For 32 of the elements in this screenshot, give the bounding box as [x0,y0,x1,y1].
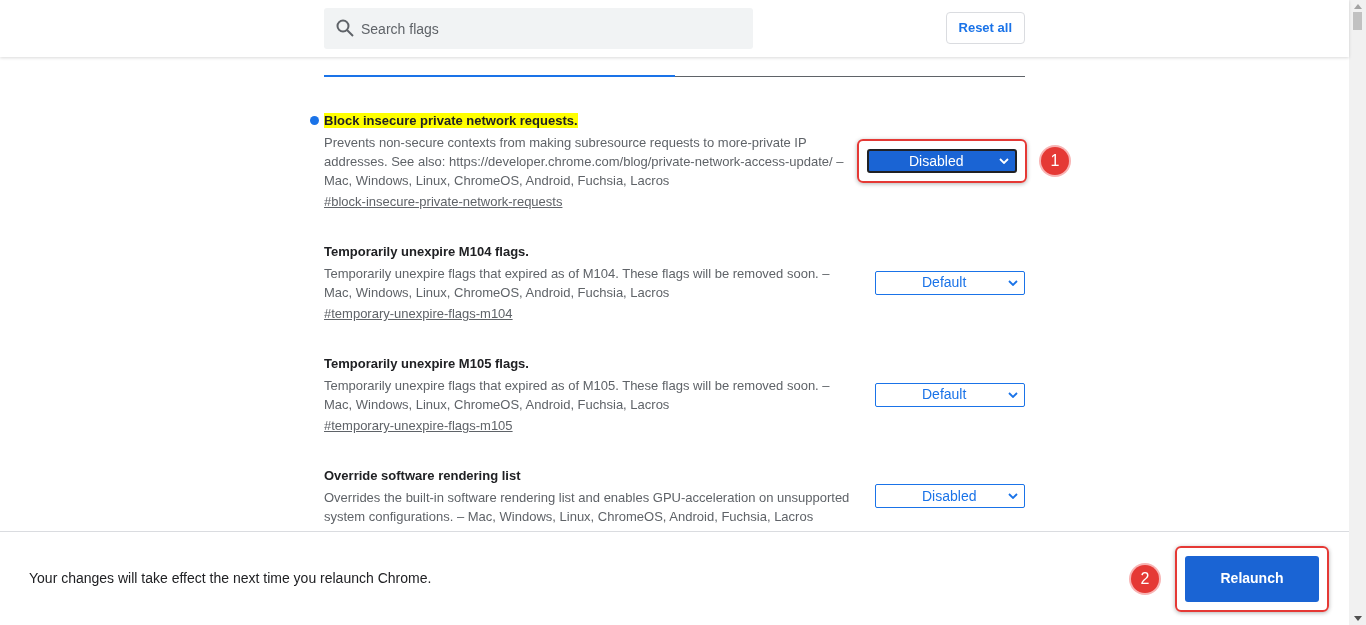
reset-all-button[interactable]: Reset all [945,12,1025,44]
search-icon [336,19,354,37]
flag-select[interactable]: Default [875,270,1025,295]
flag-title: Temporarily unexpire M104 flags. [324,244,529,259]
flag-select[interactable]: Default [875,382,1025,407]
scrollbar-thumb[interactable] [1353,12,1362,30]
tab-indicator[interactable] [674,76,1025,77]
flag-description: Temporarily unexpire flags that expired as of M105. These flags will be removed soon. – Mac, Windows, Linux, ChromeOS, Android, Fuchsia, Lacros [324,377,831,414]
flag-title: Block insecure private network requests. [324,113,578,128]
chevron-down-icon [999,158,1009,164]
flag-link[interactable]: #temporary-unexpire-flags-m104 [324,304,854,323]
flag-title: Override software rendering list [324,468,521,483]
flag-description: Prevents non-secure contexts from making subresource requests to more-private IP addresses. See also: https://developer.chrome.com/blog/private-network-access-update/ – Mac, Windows, Linux, ChromeOS, Android, Fuchsia, Lacros [324,134,845,190]
chevron-down-icon [1008,493,1018,499]
flag-select[interactable]: Disabled [867,149,1017,173]
scrollbar[interactable] [1349,0,1366,625]
flag-description: Temporarily unexpire flags that expired as of M104. These flags will be removed soon. – Mac, Windows, Linux, ChromeOS, Android, Fuchsia, Lacros [324,265,831,302]
flag-title: Temporarily unexpire M105 flags. [324,356,529,371]
flag-link[interactable]: #block-insecure-private-network-requests [324,192,854,211]
search-field[interactable]: Search flags [324,8,753,49]
step-number-badge: 2 [1131,564,1159,593]
tab-indicator[interactable] [324,75,675,77]
flag-description: Overrides the built-in software rendering list and enables GPU-acceleration on unsupported system configurations. – Mac, Windows, Linux, ChromeOS, Android, Fuchsia, Lacros [324,489,851,526]
scroll-up-icon[interactable] [1353,4,1362,9]
flag-link[interactable]: #temporary-unexpire-flags-m105 [324,416,854,435]
chevron-down-icon [1008,391,1018,398]
flag-select[interactable]: Disabled [875,484,1025,508]
relaunch-message: Your changes will take effect the next time you relaunch Chrome. [29,569,432,588]
relaunch-button[interactable]: Relaunch [1185,555,1319,602]
step-number-badge: 1 [1041,147,1069,175]
chevron-down-icon [1008,279,1018,286]
scroll-down-icon[interactable] [1353,616,1362,621]
